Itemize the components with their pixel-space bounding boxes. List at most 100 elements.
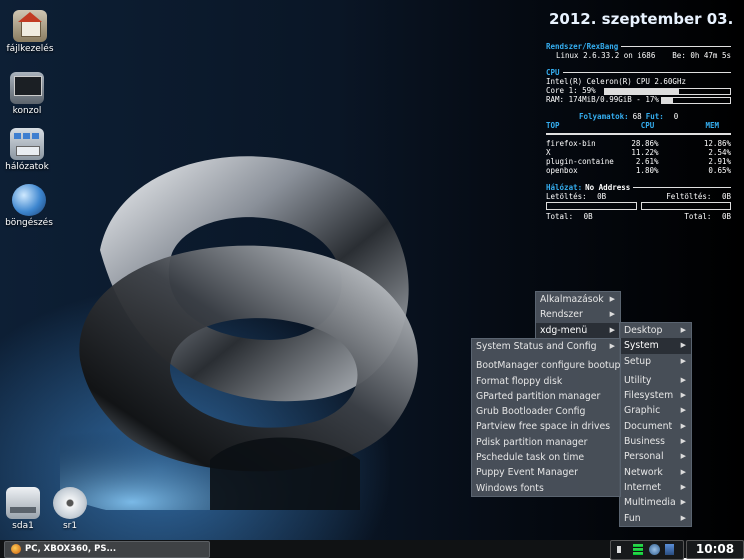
desktop-icon-label: hálózatok [5,162,49,172]
desktop-icon-browser[interactable]: böngészés [0,184,69,228]
conky-download-graph [546,202,637,210]
conky-system-header: Rendszer/RexBang [546,42,619,51]
conky-process-mem: 12.86% [703,139,731,148]
system-menu-item[interactable]: System Status and Config ▶ [472,339,620,354]
system-menu-item[interactable]: Pdisk partition manager [472,435,620,450]
system-menu-item[interactable]: BootManager configure bootup [472,358,620,373]
menu-item-system-root[interactable]: Rendszer ▶ [536,307,620,322]
conky-kernel-row: Linux 2.6.33.2 on i686 Be: 0h 47m 5s [546,51,731,60]
conky-process-mem: 2.91% [708,157,731,166]
system-menu-item[interactable]: Format floppy disk [472,374,620,389]
network-status-icon[interactable] [633,544,643,555]
system-menu-item[interactable]: Grub Bootloader Config [472,404,620,419]
menu-item-label: GParted partition manager [476,390,601,402]
volume-icon[interactable] [617,546,621,553]
conky-core1-row: Core 1: 59% [546,86,731,95]
desktop-icon-label: sr1 [62,521,78,531]
desktop-icon-console[interactable]: konzol [0,72,67,116]
desktop-icon-file-manager[interactable]: fájlkezelés [0,10,70,54]
submenu-arrow-icon: ▶ [680,356,686,365]
system-menu-item[interactable]: Pschedule task on time [472,450,620,465]
cpu-monitor-icon[interactable] [649,544,660,555]
menu-item-label: Fun [624,512,641,524]
firefox-icon [11,543,21,554]
submenu-arrow-icon: ▶ [680,341,686,350]
submenu-arrow-icon: ▶ [680,391,686,400]
menu-item-applications[interactable]: Alkalmazások ▶ [536,292,620,307]
menu-item-label: Personal [624,451,664,463]
xdg-menu-item-system[interactable]: System ▶ [620,338,691,354]
conky-cpu-header: CPU [546,68,560,77]
conky-uptime: Be: 0h 47m 5s [672,51,731,60]
conky-total-down: 0B [583,212,593,221]
xdg-menu-item-document[interactable]: Document ▶ [620,419,691,434]
conky-cpu-section: CPU [546,68,731,77]
conky-processes-row: Folyamatok: 68 Fut: 0 [546,112,731,121]
conky-ram-label: RAM: 174MiB/0.99GiB - 17% [546,95,659,104]
xdg-menu-item-multimedia[interactable]: Multimedia ▶ [620,495,691,510]
menu-item-label: Desktop [624,325,663,336]
menu-item-label: Format floppy disk [476,375,563,387]
usb-device-icon[interactable] [665,544,674,555]
xdg-menu-item-utility[interactable]: Utility ▶ [620,373,691,388]
xdg-menu-item-graphic[interactable]: Graphic ▶ [620,403,691,418]
conky-process-name: firefox-bin [546,139,596,148]
conky-core1-label: Core 1: 59% [546,86,596,95]
conky-process-cpu: 11.22% [631,148,659,157]
xdg-menu-item-business[interactable]: Business ▶ [620,434,691,449]
conky-process-row: firefox-bin 28.86% 12.86% [546,139,731,148]
conky-process-cpu: 2.61% [635,157,659,166]
system-tray [610,540,684,560]
xdg-menu-item-desktop[interactable]: Desktop ▶ [620,323,691,338]
conky-process-name: X [546,148,551,157]
xdg-menu-item-filesystem[interactable]: Filesystem ▶ [620,388,691,403]
conky-upload-value: 0B [721,192,731,201]
home-folder-icon [13,10,47,42]
conky-processes-label: Folyamatok: [579,112,629,121]
clock[interactable]: 10:08 [686,540,744,559]
conky-upload-label: Feltöltés: [666,192,712,201]
xdg-menu-item-setup[interactable]: Setup ▶ [620,354,691,369]
system-menu-item[interactable]: Windows fonts [472,481,620,496]
menu-item-label: Document [624,420,673,432]
globe-icon [12,184,46,216]
submenu-arrow-icon: ▶ [680,406,686,415]
root-menu: Alkalmazások ▶ Rendszer ▶ xdg-menü ▶ [535,291,621,339]
conky-total-label: Total: [684,212,712,221]
submenu-arrow-icon: ▶ [609,325,615,334]
system-menu-item[interactable]: Partview free space in drives [472,419,620,434]
taskbar-window-button[interactable]: PC, XBOX360, PS... [4,541,210,558]
taskbar-window-title: PC, XBOX360, PS... [25,544,117,554]
conky-core1-bar-fill [605,89,679,94]
menu-item-label: Utility [624,374,652,386]
menu-item-label: System [624,340,659,352]
conky-ram-bar-fill [661,98,674,103]
submenu-arrow-icon: ▶ [680,326,686,334]
xdg-menu-item-internet[interactable]: Internet ▶ [620,480,691,495]
system-menu-item[interactable]: Puppy Event Manager [472,465,620,480]
conky-processes-count: 68 [632,112,642,121]
menu-item-label: xdg-menü [540,324,588,336]
menu-item-label: Filesystem [624,390,674,402]
xdg-menu-item-fun[interactable]: Fun ▶ [620,511,691,526]
desktop-icon-networks[interactable]: hálózatok [0,128,67,172]
menu-item-xdg-menu[interactable]: xdg-menü ▶ [536,322,620,338]
conky-kernel: Linux 2.6.33.2 on i686 [556,51,656,60]
system-menu-item[interactable]: GParted partition manager [472,389,620,404]
xdg-menu-item-network[interactable]: Network ▶ [620,465,691,480]
menu-item-label: Windows fonts [476,482,544,494]
conky-total-label: Total: [546,212,574,221]
conky-process-name: openbox [546,166,578,175]
cdrom-icon [53,487,87,519]
menu-item-label: Multimedia [624,497,676,509]
conky-cpu-col-header: CPU [640,121,655,130]
system-submenu: System Status and Config ▶ BootManager con… [471,338,621,497]
desktop-icon-label: konzol [12,106,42,116]
submenu-arrow-icon: ▶ [609,310,615,319]
xdg-menu-item-personal[interactable]: Personal ▶ [620,449,691,464]
menu-item-label: Internet [624,481,661,493]
menu-item-label: Graphic [624,405,661,417]
conky-mem-col-header: MEM [705,121,719,130]
desktop-icon-sr1[interactable]: sr1 [30,487,110,531]
submenu-arrow-icon: ▶ [609,295,615,303]
